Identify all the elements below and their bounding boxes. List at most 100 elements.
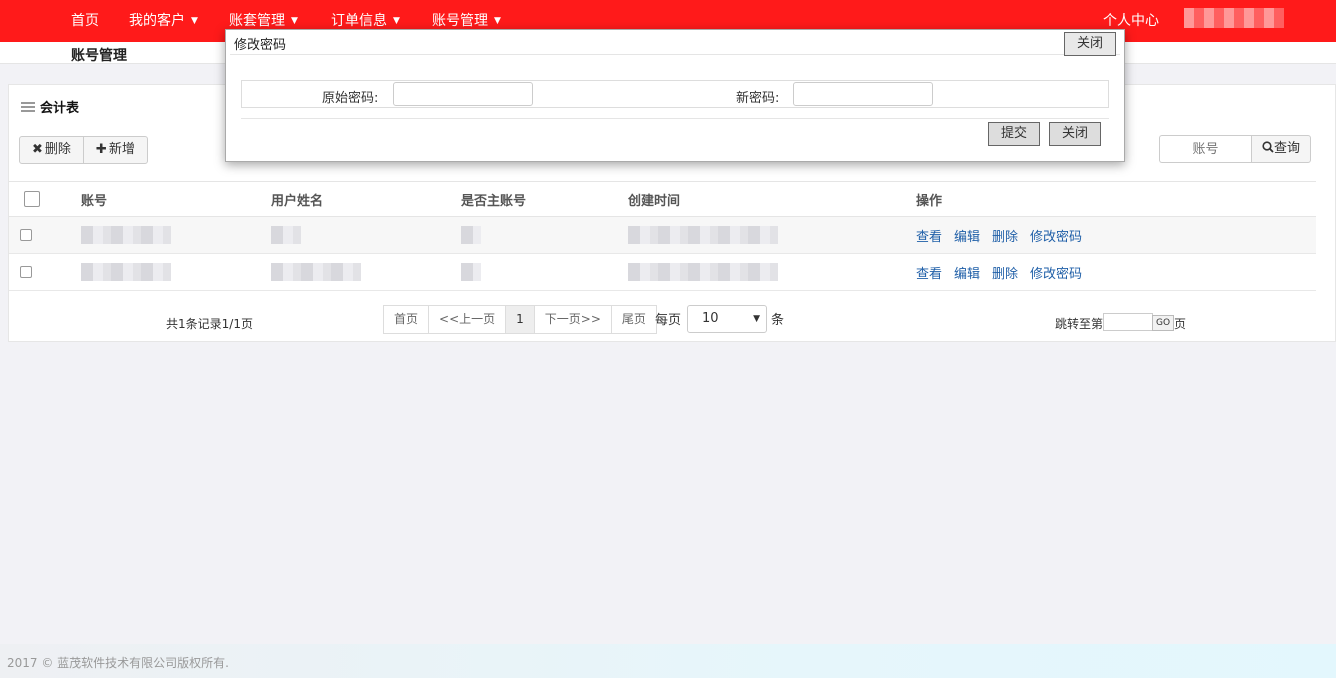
change-password-dialog: 修改密码 关闭 原始密码: 新密码: 提交 关闭: [225, 29, 1125, 162]
col-is-main: 是否主账号: [461, 181, 628, 217]
select-all-checkbox[interactable]: [24, 191, 40, 207]
view-link[interactable]: 查看: [916, 267, 942, 282]
page-title: 账号管理: [71, 48, 127, 64]
view-link[interactable]: 查看: [916, 230, 942, 245]
created-time-cell: [628, 253, 916, 291]
redacted-text: [81, 226, 171, 244]
password-form: 原始密码: 新密码:: [241, 80, 1109, 108]
redacted-text: [461, 226, 481, 244]
nav-label: 账号管理: [432, 13, 488, 29]
row-checkbox[interactable]: [20, 229, 32, 241]
nav-user-center[interactable]: 个人中心: [1103, 10, 1159, 30]
search-input[interactable]: [1159, 135, 1251, 163]
nav-my-customers[interactable]: 我的客户 ▼: [129, 10, 198, 30]
nav-orders[interactable]: 订单信息 ▼: [331, 10, 400, 30]
change-password-link[interactable]: 修改密码: [1030, 230, 1082, 245]
redacted-text: [271, 263, 361, 281]
per-page-select[interactable]: 10 ▼: [687, 305, 767, 333]
old-password-label: 原始密码:: [322, 91, 379, 106]
search-button[interactable]: 查询: [1251, 135, 1312, 163]
table-row: 查看 编辑 删除 修改密码: [9, 253, 1316, 291]
user-name-cell: [271, 216, 461, 254]
col-user-name: 用户姓名: [271, 181, 461, 217]
next-page-button[interactable]: 下一页>>: [533, 306, 611, 333]
nav-accounts[interactable]: 账号管理 ▼: [432, 10, 501, 30]
per-page-label: 每页: [655, 313, 682, 328]
table-row: 查看 编辑 删除 修改密码: [9, 216, 1316, 254]
old-password-input[interactable]: [393, 82, 533, 106]
delete-button[interactable]: ✖ 删除: [20, 137, 83, 163]
new-password-label: 新密码:: [736, 91, 780, 106]
jump-page-unit: 页: [1174, 317, 1187, 331]
close-icon: ✖: [32, 142, 43, 157]
copyright-text: 2017 © 蓝茂软件技术有限公司版权所有.: [7, 656, 229, 670]
delete-link[interactable]: 删除: [992, 267, 1018, 282]
actions-cell: 查看 编辑 删除 修改密码: [916, 216, 1316, 254]
pagination-bar: 共1条记录1/1页 首页 <<上一页 1 下一页>> 尾页 每页 10 ▼ 条 …: [9, 305, 1335, 335]
jump-label: 跳转至第: [1055, 317, 1104, 331]
caret-down-icon: ▼: [494, 16, 501, 26]
account-cell: [81, 216, 271, 254]
is-main-cell: [461, 216, 628, 254]
col-actions: 操作: [916, 181, 1316, 217]
search-bar: 查询: [1159, 135, 1312, 163]
add-button[interactable]: ✚ 新增: [82, 137, 147, 163]
last-page-button[interactable]: 尾页: [610, 306, 656, 333]
go-button[interactable]: GO: [1152, 315, 1174, 331]
redacted-text: [271, 226, 301, 244]
redacted-text: [461, 263, 481, 281]
prev-page-button[interactable]: <<上一页: [428, 306, 505, 333]
nav-label: 订单信息: [331, 13, 387, 29]
nav-label: 账套管理: [229, 13, 285, 29]
change-password-link[interactable]: 修改密码: [1030, 267, 1082, 282]
caret-down-icon: ▼: [393, 16, 400, 26]
delete-label: 删除: [44, 142, 71, 157]
redacted-text: [628, 226, 778, 244]
search-label: 查询: [1274, 141, 1301, 156]
row-checkbox[interactable]: [20, 266, 32, 278]
row-select-cell: [9, 216, 81, 254]
row-select-cell: [9, 253, 81, 291]
total-records: 共1条记录1/1页: [166, 317, 253, 331]
user-name-redacted: [1184, 8, 1284, 28]
submit-button[interactable]: 提交: [988, 122, 1040, 146]
edit-link[interactable]: 编辑: [954, 230, 980, 245]
nav-label: 首页: [71, 13, 99, 29]
plus-icon: ✚: [95, 142, 107, 157]
table-header-row: 账号 用户姓名 是否主账号 创建时间 操作: [9, 181, 1316, 217]
user-name-cell: [271, 253, 461, 291]
divider: [230, 54, 1120, 55]
jump-page-input[interactable]: [1103, 313, 1153, 331]
search-icon: [1262, 141, 1274, 153]
nav-label: 我的客户: [129, 13, 185, 29]
col-created-time: 创建时间: [628, 181, 916, 217]
redacted-text: [628, 263, 778, 281]
panel-heading-text: 会计表: [40, 101, 80, 116]
copyright-footer: 2017 © 蓝茂软件技术有限公司版权所有.: [0, 644, 1336, 678]
delete-link[interactable]: 删除: [992, 230, 1018, 245]
nav-home[interactable]: 首页: [71, 10, 99, 30]
actions-cell: 查看 编辑 删除 修改密码: [916, 253, 1316, 291]
pager: 首页 <<上一页 1 下一页>> 尾页: [383, 305, 657, 334]
first-page-button[interactable]: 首页: [384, 306, 428, 333]
panel-heading: 会计表: [21, 97, 79, 116]
new-password-input[interactable]: [793, 82, 933, 106]
caret-down-icon: ▼: [291, 16, 298, 26]
edit-link[interactable]: 编辑: [954, 267, 980, 282]
per-page-value: 10: [702, 311, 719, 326]
account-cell: [81, 253, 271, 291]
nav-account-sets[interactable]: 账套管理 ▼: [229, 10, 298, 30]
accounts-table: 账号 用户姓名 是否主账号 创建时间 操作 查看 编辑 删除 修改密码 查看 编辑 删除修…: [9, 181, 1316, 291]
close-button[interactable]: 关闭: [1049, 122, 1101, 146]
dialog-close-button[interactable]: 关闭: [1064, 32, 1116, 56]
dialog-title: 修改密码: [234, 38, 287, 53]
current-page[interactable]: 1: [505, 306, 534, 333]
col-account: 账号: [81, 181, 271, 217]
caret-down-icon: ▼: [753, 314, 760, 324]
divider: [241, 118, 1109, 119]
select-all-cell: [9, 181, 81, 217]
list-icon: [21, 102, 35, 112]
add-label: 新增: [108, 142, 135, 157]
per-page-unit: 条: [771, 313, 785, 328]
caret-down-icon: ▼: [191, 16, 198, 26]
